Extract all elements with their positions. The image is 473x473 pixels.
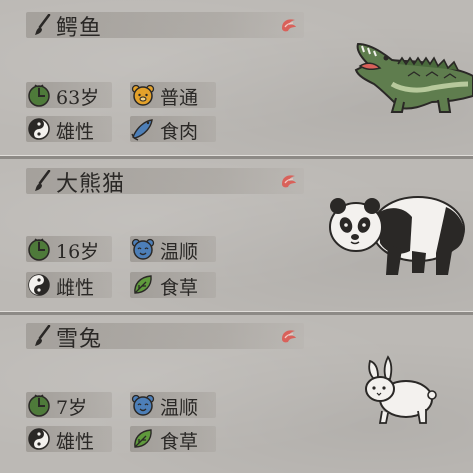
rabbit-illustration [365, 355, 437, 424]
temperament-text: 普通 [160, 87, 199, 109]
temperament-stat: 温顺 [130, 236, 216, 263]
temperament-stat: 温顺 [130, 392, 216, 419]
age-stat: 63岁 [26, 82, 112, 109]
age-icon [28, 394, 50, 417]
age-icon [28, 84, 50, 107]
bear-face-icon [131, 84, 155, 106]
gender-stat: 雌性 [26, 272, 112, 299]
age-text: 7岁 [56, 397, 88, 419]
temperament-text: 温顺 [160, 397, 199, 419]
diet-text: 食草 [160, 431, 199, 453]
animal-card-crocodile[interactable]: 鳄鱼 63岁 普通 雄性 食肉 [0, 0, 473, 155]
brush-icon [35, 170, 51, 191]
diet-stat: 食草 [130, 426, 216, 453]
age-stat: 7岁 [26, 392, 112, 419]
leaf-icon [134, 275, 152, 294]
smile-face-icon [131, 394, 155, 416]
fish-icon [131, 119, 153, 141]
gender-text: 雌性 [56, 277, 95, 299]
age-text: 16岁 [56, 241, 100, 263]
animal-card-panda[interactable]: 大熊猫 16岁 温顺 雌性 食草 [0, 159, 473, 311]
diet-text: 食草 [160, 277, 199, 299]
gender-text: 雄性 [56, 121, 95, 143]
gender-stat: 雄性 [26, 116, 112, 143]
animal-name: 雪兔 [56, 327, 103, 352]
age-text: 63岁 [56, 87, 100, 109]
smile-face-icon [131, 238, 155, 260]
animal-card-snow-hare[interactable]: 雪兔 7岁 温顺 雄性 食草 [0, 315, 473, 473]
gender-text: 雄性 [56, 431, 95, 453]
crocodile-illustration [354, 42, 473, 113]
leaf-icon [134, 429, 152, 448]
temperament-stat: 普通 [130, 82, 216, 109]
diet-text: 食肉 [160, 121, 199, 143]
diet-stat: 食肉 [130, 116, 216, 143]
edit-name-icon[interactable] [279, 15, 299, 35]
brush-icon [35, 325, 51, 346]
temperament-text: 温顺 [160, 241, 199, 263]
age-icon [28, 238, 50, 261]
yin-yang-icon [28, 118, 50, 140]
animal-name: 鳄鱼 [56, 16, 103, 41]
brush-icon [35, 14, 51, 35]
edit-name-icon[interactable] [279, 171, 299, 191]
age-stat: 16岁 [26, 236, 112, 263]
diet-stat: 食草 [130, 272, 216, 299]
gender-stat: 雄性 [26, 426, 112, 453]
yin-yang-icon [28, 428, 50, 450]
yin-yang-dark-icon [28, 274, 50, 296]
panda-illustration [329, 196, 465, 275]
animal-name: 大熊猫 [56, 172, 126, 197]
edit-name-icon[interactable] [279, 326, 299, 346]
